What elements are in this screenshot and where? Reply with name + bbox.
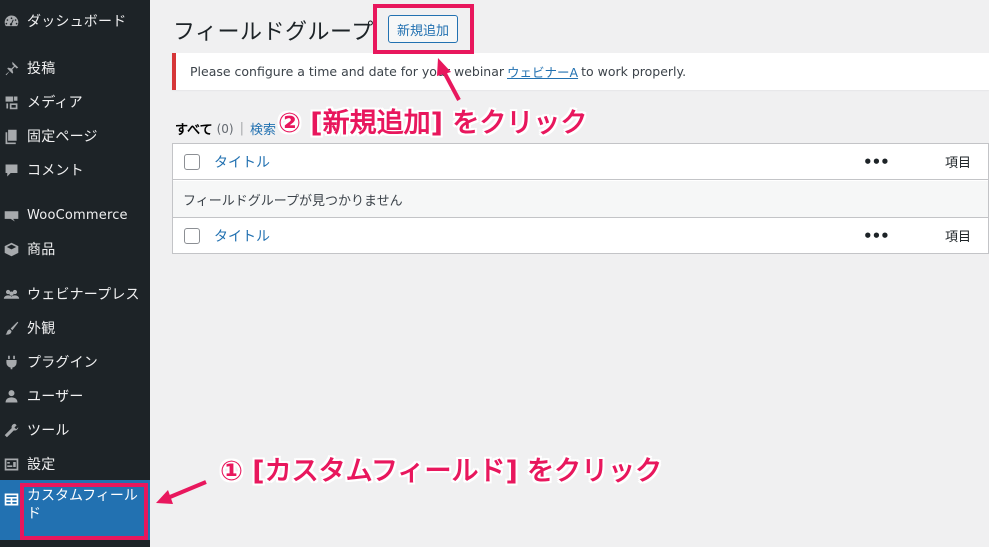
step1-annotation: ① [カスタムフィールド] をクリック — [220, 456, 663, 487]
step2-annotation: ② [新規追加] をクリック — [278, 108, 588, 139]
step1-arrow-icon — [156, 480, 207, 504]
step2-arrow-icon — [437, 58, 461, 101]
